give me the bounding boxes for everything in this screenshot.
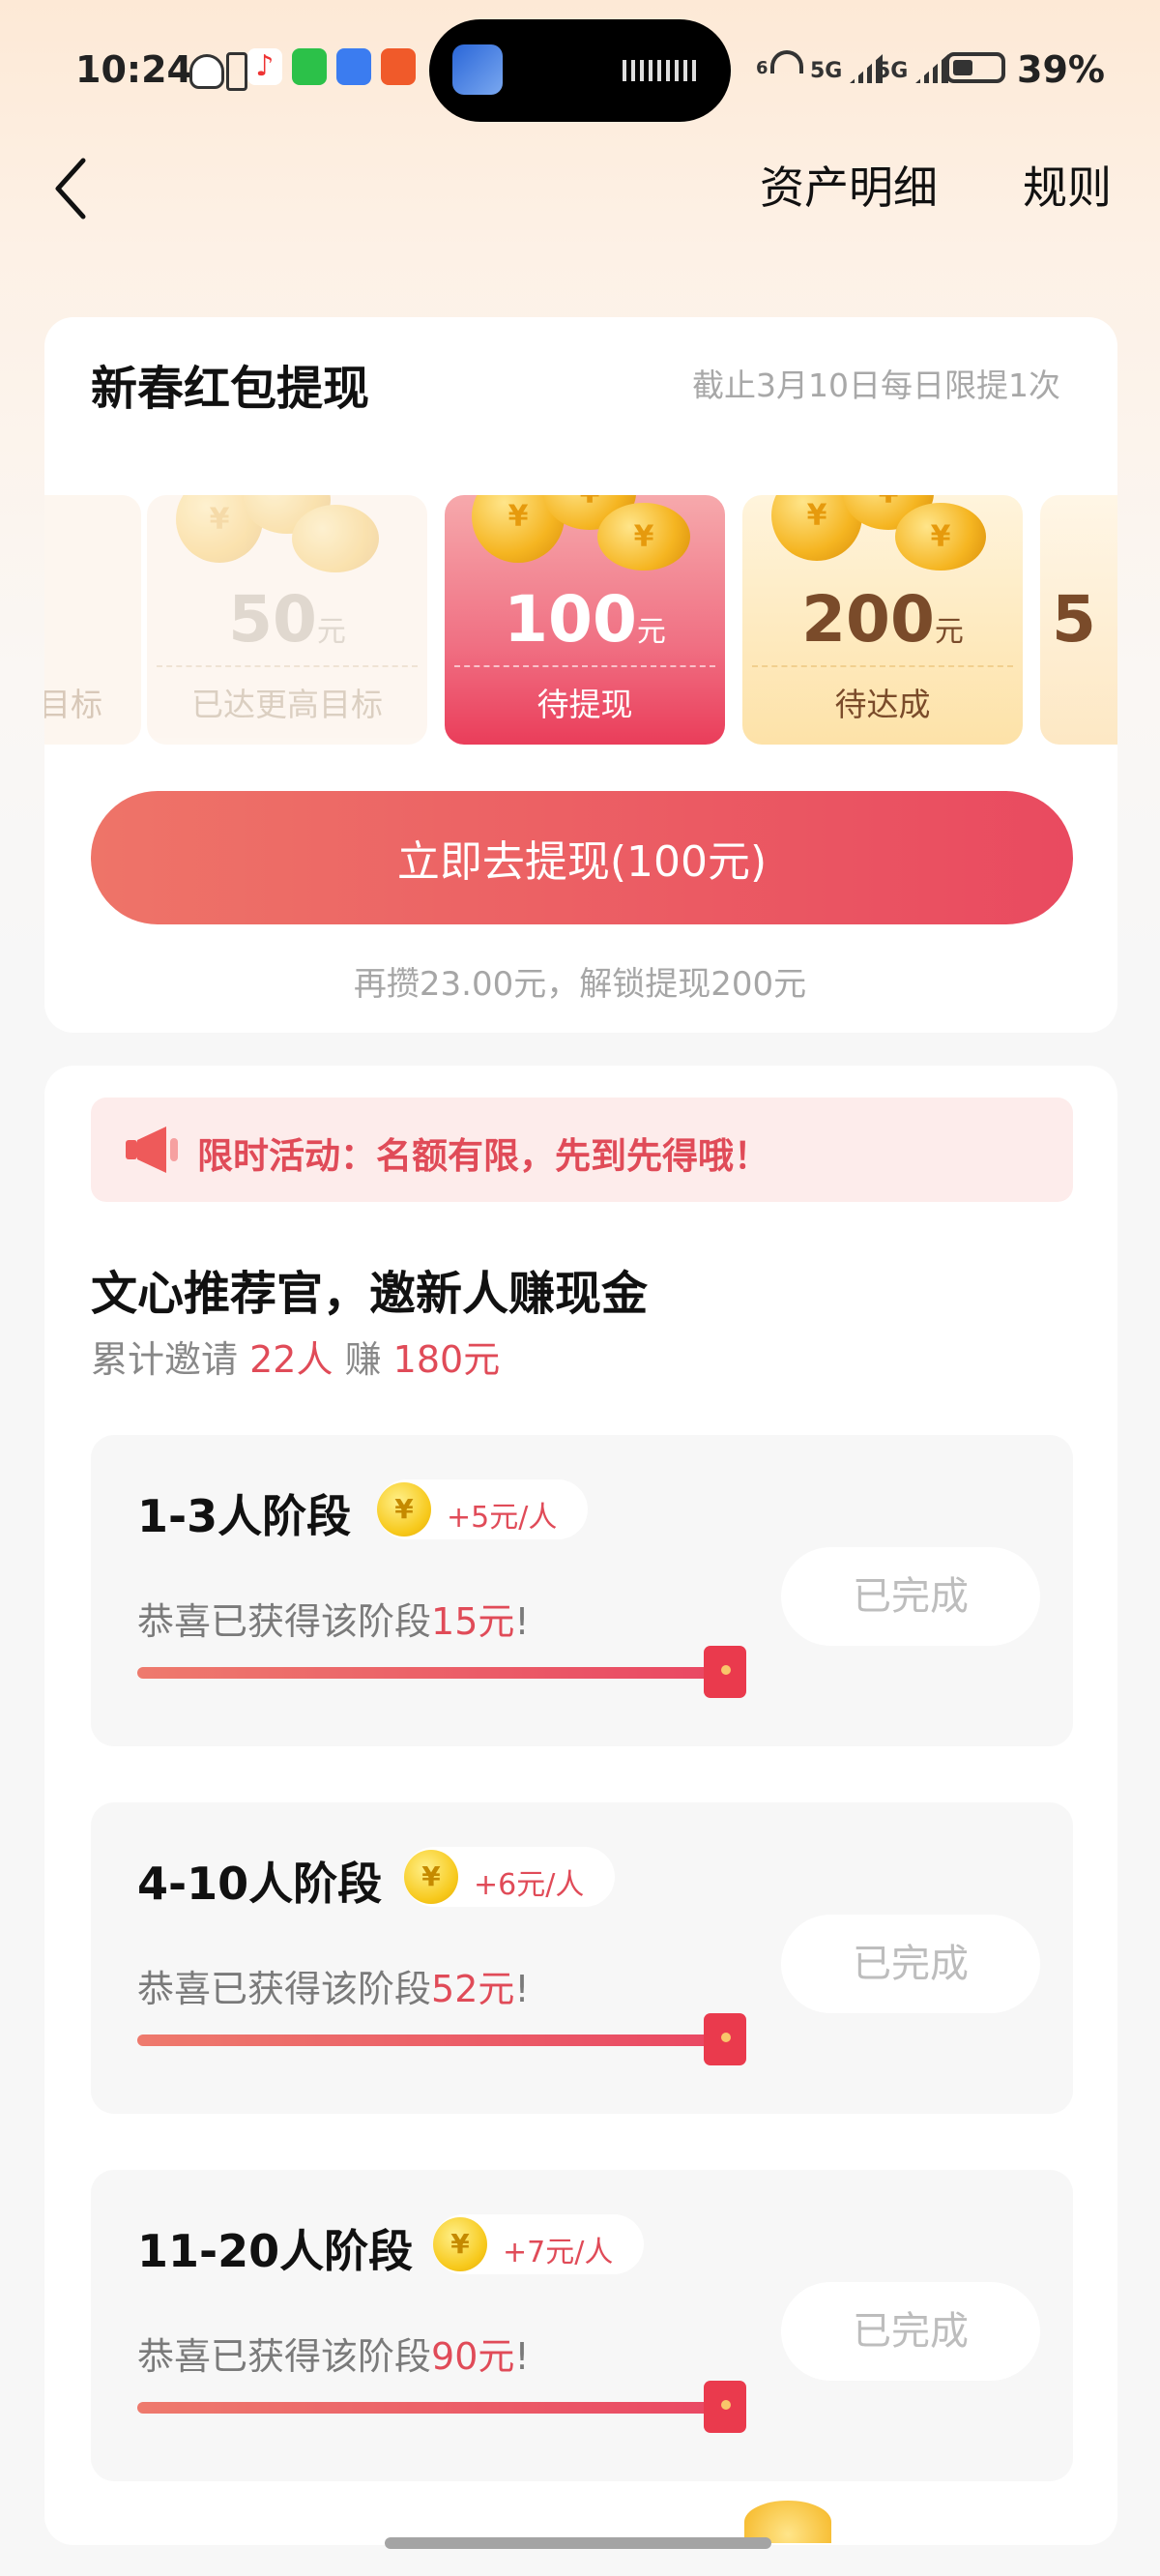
tile-amount: 100 [504,582,637,657]
stage-name: 1-3人阶段 [137,1490,352,1542]
stage-card: 1-3人阶段 ¥ +5元/人 恭喜已获得该阶段15元! 已完成 [91,1435,1073,1746]
stage-amount: 52元 [431,1968,515,2010]
battery-percent: 39% [1017,48,1105,91]
stage-message-end: ! [514,1968,530,2010]
tile-unit: 元 [316,615,346,649]
invite-title: 文心推荐官，邀新人赚现金 [91,1267,649,1321]
amount-tile[interactable]: 5 [1040,495,1117,745]
tile-label: 待达成 [834,686,931,723]
stage-message-text: 恭喜已获得该阶段 [137,2335,432,2378]
tile-label: 待提现 [536,686,633,723]
yen-coin-icon: ¥ [433,2217,487,2271]
unlock-tip: 再攒23.00元，解锁提现200元 [353,965,807,1004]
tile-divider [752,665,1013,667]
yen-coin-icon: ¥ [404,1850,458,1904]
home-indicator[interactable] [385,2537,771,2549]
battery-small-icon [226,52,247,91]
megaphone-icon [126,1127,178,1173]
withdraw-title: 新春红包提现 [91,362,370,416]
status-time: 10:24 [75,48,192,91]
invite-summary-prefix: 累计邀请 [91,1338,239,1381]
app-shield-icon [336,48,371,85]
stage-completed-button[interactable]: 已完成 [781,1547,1040,1646]
stage-completed-button[interactable]: 已完成 [781,1915,1040,2013]
withdraw-now-button[interactable]: 立即去提现(100元) [91,791,1073,924]
stage-message: 恭喜已获得该阶段90元! [137,2327,530,2380]
app-money-icon [381,48,416,85]
tile-unit: 元 [636,615,666,649]
tile-label: 目标 [44,686,102,723]
wifi-icon: 6 [756,50,803,78]
amount-tile[interactable]: ¥ 50元 已达更高目标 [147,495,427,745]
stage-message: 恭喜已获得该阶段15元! [137,1592,530,1645]
wechat-icon [292,48,327,85]
invited-count: 22人 [249,1338,334,1381]
wifi-label: 6 [756,58,768,78]
stage-completed-button[interactable]: 已完成 [781,2282,1040,2381]
stage-card: 4-10人阶段 ¥ +6元/人 恭喜已获得该阶段52元! 已完成 [91,1802,1073,2114]
signal-2-label: 5G [876,59,909,83]
stage-rate-pill: ¥ +6元/人 [404,1847,615,1907]
stage-progress-bar [137,2402,737,2414]
music-icon: ♪ [247,48,282,85]
yen-coin-icon: ¥ [377,1482,431,1537]
amount-tile-selected[interactable]: ¥ ¥ ¥ 100元 待提现 [445,495,725,745]
earned-amount: 180元 [392,1338,501,1381]
earn-label: 赚 [344,1338,382,1381]
stage-rate: +6元/人 [474,1868,585,1902]
amount-tile[interactable]: 目标 [44,495,141,745]
red-envelope-icon [704,2013,746,2065]
stage-rate: +5元/人 [447,1501,558,1535]
stage-name: 11-20人阶段 [137,2225,414,2277]
audio-wave-icon [623,60,700,81]
stage-progress-bar [137,1667,737,1679]
red-envelope-icon [704,1646,746,1698]
coin-stack-icon: ¥ ¥ ¥ [771,495,994,592]
stage-rate: +7元/人 [503,2236,614,2269]
stage-message-text: 恭喜已获得该阶段 [137,1600,432,1643]
stage-amount: 90元 [431,2335,515,2378]
red-envelope-icon [704,2381,746,2433]
stage-rate-pill: ¥ +5元/人 [377,1479,588,1539]
headphones-icon [189,54,224,89]
promo-banner: 限时活动：名额有限，先到先得哦！ [91,1098,1073,1202]
tile-amount: 50 [228,582,317,657]
stage-message-end: ! [514,2335,530,2378]
tile-amount: 200 [801,582,935,657]
stage-message: 恭喜已获得该阶段52元! [137,1959,530,2012]
battery-icon [945,52,1005,83]
signal-bars-icon [915,54,949,83]
stage-message-end: ! [514,1600,530,1643]
tile-divider [157,665,418,667]
amount-tiles-scroller[interactable]: 目标 ¥ 50元 已达更高目标 ¥ ¥ ¥ 100元 待提现 ¥ ¥ ¥ 200… [44,483,1117,754]
stage-card: 11-20人阶段 ¥ +7元/人 恭喜已获得该阶段90元! 已完成 [91,2170,1073,2481]
stage-name: 4-10人阶段 [137,1858,383,1910]
chevron-left-icon[interactable] [50,155,93,222]
tile-amount: 5 [1052,582,1096,657]
signal-1-label: 5G [810,59,843,83]
amount-tile[interactable]: ¥ ¥ ¥ 200元 待达成 [742,495,1023,745]
stage-message-text: 恭喜已获得该阶段 [137,1968,432,2010]
asset-detail-link[interactable]: 资产明细 [760,153,938,217]
status-bar: 10:24 ♪ 6 5G 5G 39% [0,0,1160,145]
coin-stack-icon: ¥ ¥ ¥ [472,495,694,592]
stage-amount: 15元 [431,1600,515,1643]
tile-unit: 元 [934,615,964,649]
dynamic-island [429,19,731,122]
invite-summary: 累计邀请 22人 赚 180元 [91,1330,500,1383]
stage-progress-bar [137,2034,737,2046]
tile-divider [454,665,715,667]
media-avatar [452,44,503,95]
stage-rate-pill: ¥ +7元/人 [433,2214,644,2274]
rules-link[interactable]: 规则 [1023,153,1112,217]
signal-1: 5G [810,54,884,83]
withdraw-deadline-note: 截止3月10日每日限提1次 [692,366,1060,404]
signal-2: 5G [876,54,949,83]
tile-label: 已达更高目标 [191,686,383,723]
promo-banner-text: 限时活动：名额有限，先到先得哦！ [197,1135,769,1177]
